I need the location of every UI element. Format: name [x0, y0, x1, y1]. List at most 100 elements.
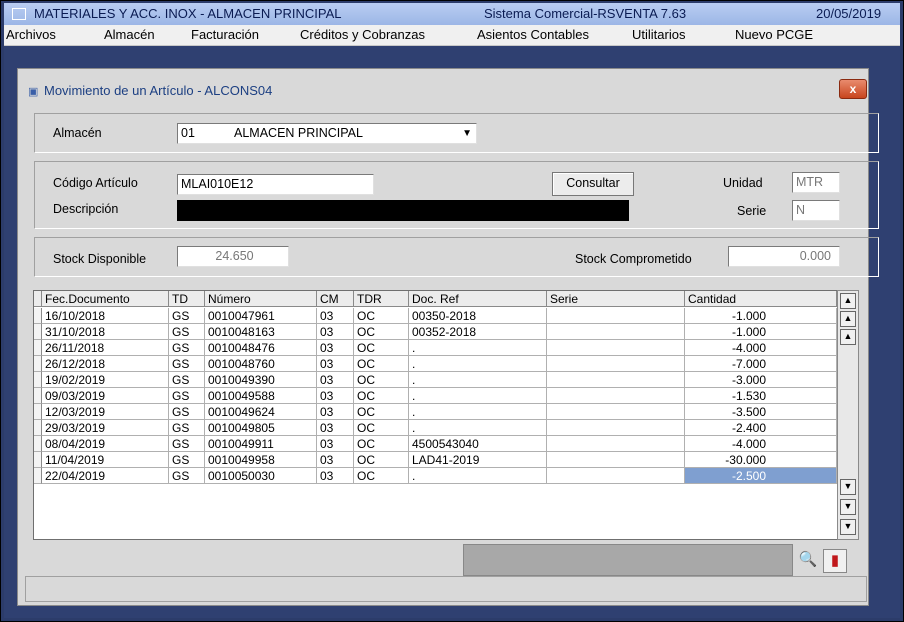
cell-tdr[interactable]: OC [354, 308, 409, 324]
cell-tdr[interactable]: OC [354, 436, 409, 452]
col-header-fecha[interactable]: Fec.Documento [42, 291, 169, 307]
row-marker[interactable] [34, 340, 42, 356]
cell-td[interactable]: GS [169, 420, 205, 436]
menu-asientos[interactable]: Asientos Contables [477, 27, 589, 42]
cell-numero[interactable]: 0010047961 [205, 308, 317, 324]
cell-serie[interactable] [547, 356, 685, 372]
cell-tdr[interactable]: OC [354, 452, 409, 468]
cell-cantidad[interactable]: -3.500 [685, 404, 837, 420]
cell-serie[interactable] [547, 308, 685, 324]
cell-td[interactable]: GS [169, 372, 205, 388]
cell-fecha[interactable]: 19/02/2019 [42, 372, 169, 388]
col-header-td[interactable]: TD [169, 291, 205, 307]
scroll-page-up-icon[interactable]: ▲ [840, 311, 856, 327]
descripcion-field[interactable] [177, 200, 629, 221]
cell-fecha[interactable]: 22/04/2019 [42, 468, 169, 484]
cell-docref[interactable]: . [409, 340, 547, 356]
col-header-cm[interactable]: CM [317, 291, 354, 307]
almacen-select[interactable]: 01 ALMACEN PRINCIPAL ▼ [177, 123, 477, 144]
row-marker[interactable] [34, 404, 42, 420]
cell-tdr[interactable]: OC [354, 388, 409, 404]
scroll-last-icon[interactable]: ▼ [840, 519, 856, 535]
cell-serie[interactable] [547, 468, 685, 484]
cell-docref[interactable]: . [409, 356, 547, 372]
cell-fecha[interactable]: 11/04/2019 [42, 452, 169, 468]
grid-scrollbar[interactable]: ▲ ▲ ▲ ▼ ▼ ▼ [837, 290, 859, 540]
col-header-cantidad[interactable]: Cantidad [685, 291, 837, 307]
cell-serie[interactable] [547, 452, 685, 468]
cell-cantidad[interactable]: -2.500 [685, 468, 837, 484]
cell-docref[interactable]: 4500543040 [409, 436, 547, 452]
cell-cm[interactable]: 03 [317, 340, 354, 356]
cell-docref[interactable]: LAD41-2019 [409, 452, 547, 468]
cell-td[interactable]: GS [169, 436, 205, 452]
cell-cm[interactable]: 03 [317, 468, 354, 484]
cell-cantidad[interactable]: -4.000 [685, 340, 837, 356]
menu-nuevo-pcge[interactable]: Nuevo PCGE [735, 27, 813, 42]
cell-docref[interactable]: 00350-2018 [409, 308, 547, 324]
scroll-down-icon[interactable]: ▼ [840, 479, 856, 495]
chevron-down-icon[interactable]: ▼ [462, 124, 472, 143]
cell-serie[interactable] [547, 388, 685, 404]
row-marker[interactable] [34, 324, 42, 340]
menu-utilitarios[interactable]: Utilitarios [632, 27, 685, 42]
cell-cm[interactable]: 03 [317, 388, 354, 404]
cell-docref[interactable]: . [409, 420, 547, 436]
cell-tdr[interactable]: OC [354, 340, 409, 356]
cell-cm[interactable]: 03 [317, 356, 354, 372]
menu-creditos[interactable]: Créditos y Cobranzas [300, 27, 425, 42]
cell-docref[interactable]: . [409, 468, 547, 484]
cell-td[interactable]: GS [169, 468, 205, 484]
row-marker[interactable] [34, 468, 42, 484]
row-marker[interactable] [34, 356, 42, 372]
cell-numero[interactable]: 0010049911 [205, 436, 317, 452]
consultar-button[interactable]: Consultar [552, 172, 634, 196]
row-marker[interactable] [34, 436, 42, 452]
cell-serie[interactable] [547, 324, 685, 340]
cell-numero[interactable]: 0010049624 [205, 404, 317, 420]
cell-cm[interactable]: 03 [317, 452, 354, 468]
cell-td[interactable]: GS [169, 340, 205, 356]
exit-door-icon[interactable]: ▮ [823, 549, 847, 573]
cell-cantidad[interactable]: -7.000 [685, 356, 837, 372]
row-marker[interactable] [34, 372, 42, 388]
cell-docref[interactable]: 00352-2018 [409, 324, 547, 340]
scroll-page-down-icon[interactable]: ▼ [840, 499, 856, 515]
col-header-tdr[interactable]: TDR [354, 291, 409, 307]
cell-cantidad[interactable]: -4.000 [685, 436, 837, 452]
col-header-numero[interactable]: Número [205, 291, 317, 307]
cell-fecha[interactable]: 16/10/2018 [42, 308, 169, 324]
cell-cantidad[interactable]: -1.000 [685, 324, 837, 340]
cell-td[interactable]: GS [169, 404, 205, 420]
cell-cm[interactable]: 03 [317, 420, 354, 436]
cell-cantidad[interactable]: -30.000 [685, 452, 837, 468]
cell-fecha[interactable]: 12/03/2019 [42, 404, 169, 420]
cell-fecha[interactable]: 09/03/2019 [42, 388, 169, 404]
cell-cantidad[interactable]: -1.000 [685, 308, 837, 324]
cell-serie[interactable] [547, 404, 685, 420]
col-header-docref[interactable]: Doc. Ref [409, 291, 547, 307]
cell-tdr[interactable]: OC [354, 420, 409, 436]
menu-facturacion[interactable]: Facturación [191, 27, 259, 42]
cell-numero[interactable]: 0010048476 [205, 340, 317, 356]
row-marker[interactable] [34, 452, 42, 468]
cell-fecha[interactable]: 29/03/2019 [42, 420, 169, 436]
menu-archivos[interactable]: Archivos [6, 27, 56, 42]
cell-cantidad[interactable]: -2.400 [685, 420, 837, 436]
cell-docref[interactable]: . [409, 404, 547, 420]
cell-cm[interactable]: 03 [317, 324, 354, 340]
scroll-first-icon[interactable]: ▲ [840, 293, 856, 309]
cell-tdr[interactable]: OC [354, 372, 409, 388]
cell-docref[interactable]: . [409, 388, 547, 404]
cell-numero[interactable]: 0010048760 [205, 356, 317, 372]
cell-fecha[interactable]: 26/12/2018 [42, 356, 169, 372]
row-marker[interactable] [34, 308, 42, 324]
cell-tdr[interactable]: OC [354, 324, 409, 340]
cell-numero[interactable]: 0010049958 [205, 452, 317, 468]
cell-numero[interactable]: 0010049390 [205, 372, 317, 388]
menu-almacen[interactable]: Almacén [104, 27, 155, 42]
cell-td[interactable]: GS [169, 324, 205, 340]
codigo-input[interactable]: MLAI010E12 [177, 174, 374, 195]
binoculars-icon[interactable]: 🔍 [797, 549, 819, 571]
cell-numero[interactable]: 0010049805 [205, 420, 317, 436]
